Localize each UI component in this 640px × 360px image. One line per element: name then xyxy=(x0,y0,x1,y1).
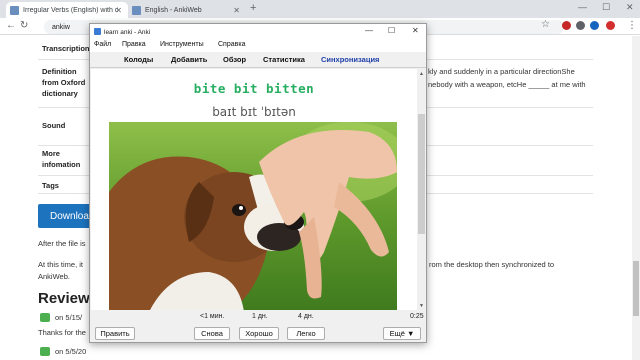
scroll-up-icon[interactable]: ▲ xyxy=(419,71,424,77)
extension-icon[interactable] xyxy=(590,21,599,30)
anki-title: learn anki - Anki xyxy=(104,28,151,36)
nav-stats[interactable]: Статистика xyxy=(263,55,305,64)
row-label: Tags xyxy=(42,181,59,190)
menu-tools[interactable]: Инструменты xyxy=(160,41,204,48)
site-favicon-icon xyxy=(132,5,141,15)
anki-window: learn anki - Anki — ☐ ✕ Файл Правка Инст… xyxy=(89,23,427,343)
browser-minimize-button[interactable]: — xyxy=(578,2,587,12)
anki-title-bar[interactable]: learn anki - Anki — ☐ ✕ xyxy=(90,24,426,40)
tab-ankiweb[interactable]: English - AnkiWeb ✕ xyxy=(128,2,246,18)
row-label: More infomation xyxy=(42,149,81,169)
interval-easy: 4 дн. xyxy=(298,313,314,320)
edit-button[interactable]: Править xyxy=(95,327,135,340)
reviews-heading: Review xyxy=(38,290,90,307)
answer-bar: <1 мин. 1 дн. 4 дн. 0:25 Править Снова Х… xyxy=(90,310,426,342)
reload-icon[interactable]: ↻ xyxy=(20,20,28,31)
extension-icon[interactable] xyxy=(562,21,571,30)
thumbs-up-icon xyxy=(40,313,50,322)
tab-label: Irregular Verbs (English) with def xyxy=(23,6,118,14)
bookmark-star-icon[interactable]: ☆ xyxy=(541,19,550,30)
card-transcription: baɪt bɪt ˈbɪtən xyxy=(212,105,296,119)
good-label: Хорошо xyxy=(245,329,273,338)
interval-good: 1 дн. xyxy=(252,313,268,320)
back-arrow-icon[interactable]: ← xyxy=(6,20,16,31)
thumbs-up-icon xyxy=(40,347,50,356)
nav-browse[interactable]: Обзор xyxy=(223,55,246,64)
extension-icon[interactable] xyxy=(606,21,615,30)
card-scroll-thumb[interactable] xyxy=(418,114,425,234)
review-date: on 5/5/20 xyxy=(55,347,87,356)
row-value: kly and suddenly in a particular directi… xyxy=(428,67,575,76)
anki-minimize-button[interactable]: — xyxy=(365,26,373,35)
time-text: At this time, it xyxy=(38,260,84,269)
good-button[interactable]: Хорошо xyxy=(239,327,279,340)
row-label: Definition from Oxford dictionary xyxy=(42,67,86,98)
row-value: nebody with a weapon, etcHe _____ at me … xyxy=(428,80,586,89)
ankiweb-text: AnkiWeb. xyxy=(38,272,70,281)
again-button[interactable]: Снова xyxy=(194,327,230,340)
page-scroll-thumb[interactable] xyxy=(633,261,639,316)
review-date: on 5/15/ xyxy=(55,313,83,322)
thanks-text: Thanks for the xyxy=(38,328,86,337)
site-favicon-icon xyxy=(10,5,19,15)
anki-logo-icon xyxy=(94,28,101,35)
card-word: bite bit bitten xyxy=(193,81,315,96)
address-text: ankiw xyxy=(52,23,70,31)
browser-tab-strip: Irregular Verbs (English) with def ✕ Eng… xyxy=(0,0,640,18)
download-label: Downloa xyxy=(50,210,89,222)
nav-sync[interactable]: Синхронизация xyxy=(321,55,379,64)
browser-close-button[interactable]: ✕ xyxy=(626,2,634,13)
easy-button[interactable]: Легко xyxy=(287,327,325,340)
anki-toolbar: Колоды Добавить Обзор Статистика Синхрон… xyxy=(90,52,426,68)
row-label: Sound xyxy=(42,121,66,130)
card-view: bite bit bitten baɪt bɪt ˈbɪtən xyxy=(91,69,417,310)
time-text-right: rom the desktop then synchronized to xyxy=(429,260,555,269)
menu-help[interactable]: Справка xyxy=(218,41,245,48)
tab-label: English - AnkiWeb xyxy=(145,6,202,14)
nav-add[interactable]: Добавить xyxy=(171,55,207,64)
nav-decks[interactable]: Колоды xyxy=(124,55,153,64)
menu-edit[interactable]: Правка xyxy=(122,41,146,48)
menu-file[interactable]: Файл xyxy=(94,41,111,48)
puppy-biting-hand-image xyxy=(109,122,397,310)
anki-menubar: Файл Правка Инструменты Справка xyxy=(90,40,426,52)
edit-label: Править xyxy=(100,329,130,338)
more-button[interactable]: Ещё ▼ xyxy=(383,327,421,340)
download-button[interactable]: Downloa xyxy=(38,204,96,228)
anki-close-button[interactable]: ✕ xyxy=(412,26,419,35)
scroll-down-icon[interactable]: ▼ xyxy=(419,303,424,309)
close-tab-icon[interactable]: ✕ xyxy=(115,6,122,15)
after-file-text: After the file is xyxy=(38,239,86,248)
more-label: Ещё ▼ xyxy=(389,329,415,338)
review-timer: 0:25 xyxy=(410,313,424,320)
menu-dots-icon[interactable]: ⋮ xyxy=(627,20,637,31)
close-tab-icon[interactable]: ✕ xyxy=(233,6,240,15)
row-label: Transcription xyxy=(42,44,90,53)
anki-maximize-button[interactable]: ☐ xyxy=(388,26,395,35)
interval-again: <1 мин. xyxy=(200,313,225,320)
easy-label: Легко xyxy=(296,329,316,338)
tab-irregular-verbs[interactable]: Irregular Verbs (English) with def ✕ xyxy=(6,2,128,18)
card-image xyxy=(109,122,397,310)
extension-icon[interactable] xyxy=(576,21,585,30)
new-tab-button[interactable]: + xyxy=(250,2,256,14)
again-label: Снова xyxy=(201,329,223,338)
browser-maximize-button[interactable]: ☐ xyxy=(602,2,610,13)
